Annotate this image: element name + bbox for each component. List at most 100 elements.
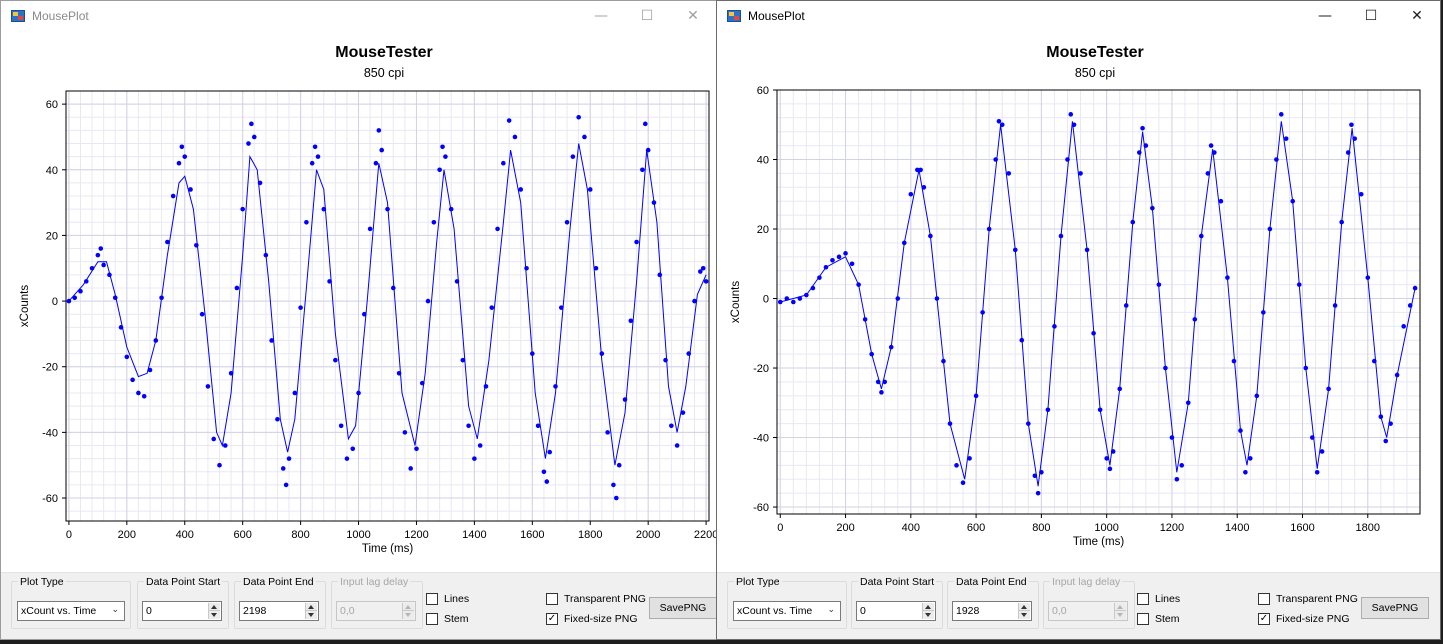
data-point xyxy=(967,456,972,461)
data-point xyxy=(692,298,697,304)
plot-frame xyxy=(65,90,710,522)
plot-type-select[interactable]: xCount vs. Time ⌄ xyxy=(17,601,125,621)
close-button[interactable]: ✕ xyxy=(1394,1,1440,31)
data-point xyxy=(141,393,147,399)
data-point xyxy=(147,367,153,373)
y-tick-label: 60 xyxy=(757,85,769,97)
data-point-end-group: Data Point End 2198 xyxy=(234,576,326,629)
data-point xyxy=(95,252,101,258)
stem-checkbox[interactable]: Stem xyxy=(1137,613,1180,625)
plot-type-label: Plot Type xyxy=(18,576,66,588)
chart-area: MouseTester 850 cpi 0 200 400 600 800 1000 1200 1… xyxy=(717,31,1440,572)
transparent-png-checkbox[interactable]: Transparent PNG xyxy=(1258,593,1358,605)
data-point xyxy=(1091,330,1096,336)
data-point xyxy=(862,317,868,322)
minimize-button[interactable]: — xyxy=(578,1,624,31)
data-point xyxy=(843,251,848,256)
data-point-start-label: Data Point Start xyxy=(858,576,937,588)
fixed-size-png-checkbox[interactable]: ✓ Fixed-size PNG xyxy=(1258,613,1350,625)
data-point xyxy=(1314,469,1320,475)
y-tick-label: 20 xyxy=(46,230,58,242)
data-point xyxy=(362,311,367,317)
data-point xyxy=(879,390,884,395)
data-point xyxy=(1012,247,1018,253)
fit-line xyxy=(780,121,1416,487)
data-point xyxy=(849,261,855,267)
chart-subtitle: 850 cpi xyxy=(1075,66,1115,80)
data-point xyxy=(947,421,953,426)
x-tick-label: 2200 xyxy=(694,529,716,541)
checkmark-icon: ✓ xyxy=(1258,613,1270,625)
data-point xyxy=(217,462,222,468)
data-point xyxy=(1035,490,1041,496)
title-bar[interactable]: MousePlot — ☐ ✕ xyxy=(1,1,716,31)
data-point xyxy=(83,279,89,284)
x-tick-label: 1200 xyxy=(1160,522,1184,534)
data-point-start-input[interactable]: 0 xyxy=(142,601,222,621)
maximize-button[interactable]: ☐ xyxy=(624,1,670,31)
close-button[interactable]: ✕ xyxy=(670,1,716,31)
data-point xyxy=(153,338,159,343)
data-point-start-group: Data Point Start 0 xyxy=(137,576,229,629)
fixed-size-png-checkbox[interactable]: ✓ Fixed-size PNG xyxy=(546,613,638,625)
data-point xyxy=(1174,476,1180,482)
data-point xyxy=(246,141,251,146)
data-point xyxy=(466,423,471,429)
data-point-start-input[interactable]: 0 xyxy=(856,601,936,621)
data-point xyxy=(640,167,645,173)
chevron-down-icon: ⌄ xyxy=(111,605,119,615)
data-point xyxy=(1274,157,1279,162)
data-point xyxy=(973,393,979,399)
lines-checkbox[interactable]: Lines xyxy=(1137,593,1180,605)
data-point xyxy=(628,318,634,324)
data-point xyxy=(130,377,135,383)
plot-type-select[interactable]: xCount vs. Time ⌄ xyxy=(733,601,841,621)
stem-checkbox[interactable]: Stem xyxy=(426,613,469,625)
data-point xyxy=(895,296,901,301)
data-point xyxy=(205,384,211,389)
spinner-arrows-icon[interactable] xyxy=(1018,603,1030,619)
data-point xyxy=(437,167,442,173)
minimize-button[interactable]: — xyxy=(1302,1,1348,31)
transparent-png-checkbox[interactable]: Transparent PNG xyxy=(546,593,646,605)
data-point xyxy=(1412,285,1418,291)
title-bar[interactable]: MousePlot — ☐ ✕ xyxy=(717,1,1440,31)
data-point xyxy=(98,246,104,251)
save-png-button[interactable]: SavePNG xyxy=(649,597,716,619)
checkbox-icon xyxy=(1258,593,1270,605)
data-point xyxy=(999,122,1005,128)
checkmark-icon: ✓ xyxy=(546,613,558,625)
spinner-arrows-icon[interactable] xyxy=(208,603,220,619)
maximize-button[interactable]: ☐ xyxy=(1348,1,1394,31)
input-lag-delay-value: 0,0 xyxy=(1052,605,1067,617)
save-png-button[interactable]: SavePNG xyxy=(1361,597,1429,619)
data-point xyxy=(321,206,327,212)
data-point xyxy=(304,219,309,225)
data-point xyxy=(477,443,483,448)
data-point xyxy=(1319,449,1325,454)
data-point xyxy=(888,344,894,350)
lines-label: Lines xyxy=(1155,593,1181,605)
data-point xyxy=(312,144,318,150)
spinner-arrows-icon[interactable] xyxy=(922,603,934,619)
data-point xyxy=(1065,157,1070,162)
data-point xyxy=(448,206,454,212)
data-point xyxy=(1199,233,1204,239)
fixed-size-png-label: Fixed-size PNG xyxy=(564,613,638,625)
data-point xyxy=(251,134,257,140)
spinner-arrows-icon xyxy=(402,603,414,619)
data-point-end-input[interactable]: 2198 xyxy=(239,601,319,621)
data-point xyxy=(263,252,269,258)
plot-type-label: Plot Type xyxy=(734,576,782,588)
x-tick-label: 600 xyxy=(234,529,252,541)
data-point xyxy=(518,187,524,192)
lines-checkbox[interactable]: Lines xyxy=(426,593,469,605)
data-point xyxy=(1407,303,1413,308)
data-point xyxy=(1372,358,1377,364)
x-tick-label: 1400 xyxy=(462,529,486,541)
data-point-end-input[interactable]: 1928 xyxy=(952,601,1032,621)
data-point xyxy=(564,219,570,225)
input-lag-delay-label: Input lag delay xyxy=(1050,576,1123,588)
spinner-arrows-icon[interactable] xyxy=(305,603,317,619)
data-point xyxy=(570,154,576,159)
